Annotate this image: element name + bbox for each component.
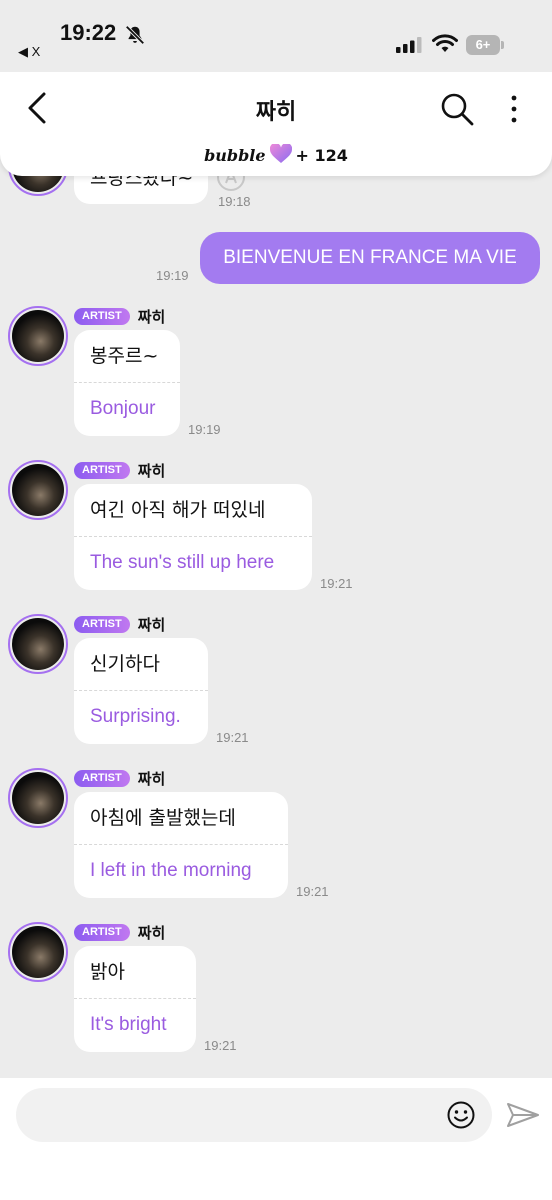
artist-badge: ARTIST [74, 308, 130, 325]
status-time: 19:22 [60, 20, 117, 45]
message-time: 19:19 [156, 268, 189, 283]
avatar[interactable] [8, 460, 68, 520]
heart-icon [269, 144, 292, 163]
message-time: 19:21 [320, 576, 353, 591]
outgoing-message: BIENVENUE EN FRANCE MA VIE [200, 232, 540, 284]
search-icon[interactable] [440, 92, 474, 126]
bubble-subscriber-row: bubble + 124 [0, 144, 552, 165]
message-bubble: 아침에 출발했는데 I left in the morning [74, 792, 288, 898]
message-korean: 여긴 아직 해가 떠있네 [90, 499, 266, 521]
message-time: 19:19 [188, 422, 221, 437]
sender-row: ARTIST 짜히 [74, 460, 166, 480]
message-korean: 밝아 [90, 961, 125, 983]
chat-header: 짜히 bubble + 124 [0, 72, 552, 176]
message-input[interactable] [16, 1088, 492, 1142]
message-bubble: 밝아 It's bright [74, 946, 196, 1052]
sender-name: 짜히 [137, 308, 166, 326]
sender-row: ARTIST 짜히 [74, 768, 166, 788]
artist-badge: ARTIST [74, 462, 130, 479]
message-time: 19:21 [216, 730, 249, 745]
cellular-signal-icon [396, 37, 422, 53]
sender-name: 짜히 [137, 616, 166, 634]
message-korean: 봉주르~ [90, 345, 159, 367]
message-korean: 신기하다 [90, 653, 160, 675]
artist-badge: ARTIST [74, 616, 130, 633]
artist-badge: ARTIST [74, 924, 130, 941]
message-time: 19:21 [204, 1038, 237, 1053]
message-bubble: 신기하다 Surprising. [74, 638, 208, 744]
emoji-icon[interactable] [446, 1100, 476, 1130]
avatar[interactable] [8, 306, 68, 366]
message-bubble: 봉주르~ Bonjour [74, 330, 180, 436]
sender-name: 짜히 [137, 462, 166, 480]
message-bubble: 여긴 아직 해가 떠있네 The sun's still up here [74, 484, 312, 590]
message-translation: Surprising. [74, 690, 208, 744]
sender-row: ARTIST 짜히 [74, 922, 166, 942]
avatar[interactable] [8, 768, 68, 828]
sender-name: 짜히 [137, 770, 166, 788]
message-translation: I left in the morning [74, 844, 288, 898]
avatar[interactable] [8, 614, 68, 674]
battery-icon: 6+ [466, 35, 504, 55]
more-vertical-icon[interactable] [506, 92, 522, 126]
message-translation: It's bright [74, 998, 196, 1052]
sender-name: 짜히 [137, 924, 166, 942]
message-composer [0, 1078, 552, 1200]
wifi-icon [432, 34, 458, 52]
sender-row: ARTIST 짜히 [74, 306, 166, 326]
artist-badge: ARTIST [74, 770, 130, 787]
subscriber-count: + 124 [295, 146, 348, 165]
status-bar: 19:22 ◀ X 6+ [0, 0, 552, 72]
bell-muted-icon [125, 25, 145, 45]
bubble-logo: bubble [204, 146, 266, 165]
send-icon[interactable] [506, 1100, 540, 1130]
message-translation: The sun's still up here [74, 536, 312, 590]
message-time: 19:21 [296, 884, 329, 899]
avatar[interactable] [8, 922, 68, 982]
battery-level: 6+ [466, 35, 500, 55]
chat-list[interactable]: 프랑스왔다~ 19:18 19:19 BIENVENUE EN FRANCE M… [0, 0, 552, 1200]
message-time: 19:18 [218, 194, 251, 209]
back-to-app-link[interactable]: ◀ X [18, 44, 40, 60]
message-translation: Bonjour [74, 382, 180, 436]
message-korean: 아침에 출발했는데 [90, 807, 236, 829]
sender-row: ARTIST 짜히 [74, 614, 166, 634]
